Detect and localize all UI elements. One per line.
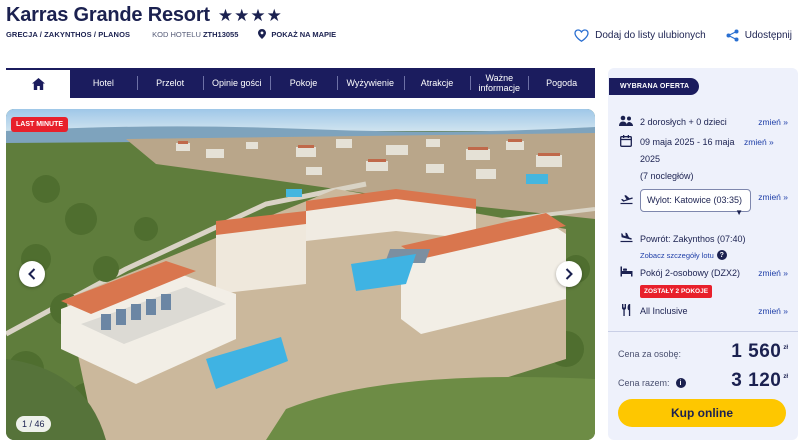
calendar-icon xyxy=(618,134,634,185)
map-pin-icon xyxy=(258,29,267,39)
hotel-name: Karras Grande Resort xyxy=(6,4,210,26)
tab-home[interactable] xyxy=(6,68,70,98)
nights-text: (7 nocległów) xyxy=(640,171,694,181)
photo-gallery[interactable]: LAST MINUTE 1 / 46 xyxy=(6,109,595,440)
change-travelers-link[interactable]: zmień » xyxy=(758,114,788,131)
gallery-prev-button[interactable] xyxy=(19,261,45,287)
tab-attractions[interactable]: Atrakcje xyxy=(403,68,471,98)
price-total-value: 3 120 xyxy=(731,370,782,391)
hotel-stars: ★★★★ xyxy=(217,6,283,25)
tab-rooms[interactable]: Pokoje xyxy=(270,68,337,98)
offer-return: Powrót: Zakynthos (07:40) xyxy=(618,231,788,248)
price-per-person: Cena za osobę: 1 560 zł xyxy=(618,341,788,363)
add-to-favorites-button[interactable]: Dodaj do listy ulubionych xyxy=(574,29,706,42)
tab-important-info[interactable]: Ważne informacje xyxy=(470,68,528,98)
hotel-location: GRECJA / ZAKYNTHOS / PLANOS xyxy=(6,29,131,39)
hotel-code: KOD HOTELU ZTH13055 xyxy=(152,30,238,39)
tab-reviews[interactable]: Opinie gości xyxy=(203,68,270,98)
return-flight-text: Powrót: Zakynthos (07:40) xyxy=(640,234,746,244)
info-icon[interactable]: i xyxy=(675,378,686,388)
gallery-next-button[interactable] xyxy=(556,261,582,287)
tab-board[interactable]: Wyżywienie xyxy=(336,68,404,98)
gallery-counter: 1 / 46 xyxy=(16,416,51,432)
tab-weather[interactable]: Pogoda xyxy=(528,68,595,98)
change-dates-link[interactable]: zmień » xyxy=(744,134,774,185)
chevron-left-icon xyxy=(28,268,36,280)
plane-arrival-icon xyxy=(618,231,634,248)
last-minute-badge: LAST MINUTE xyxy=(11,117,69,132)
flight-details-label: Zobacz szczegóły lotu xyxy=(640,250,714,260)
plane-departure-icon xyxy=(618,189,634,212)
share-button[interactable]: Udostępnij xyxy=(726,29,792,42)
change-departure-link[interactable]: zmień » xyxy=(758,189,788,212)
hotel-aerial-photo xyxy=(6,109,595,440)
heart-icon xyxy=(574,29,589,42)
offer-dates: 09 maja 2025 - 16 maja 2025 (7 nocległów… xyxy=(618,134,788,185)
offer-travelers: 2 dorosłych + 0 dzieci zmień » xyxy=(618,114,788,131)
offer-room: Pokój 2-osobowy (DZX2) ZOSTAŁY 2 POKOJE … xyxy=(618,265,788,299)
rooms-left-badge: ZOSTAŁY 2 POKOJE xyxy=(640,285,713,298)
departure-airport-select[interactable]: Wylot: Katowice (03:35) ▼ xyxy=(640,189,751,217)
room-text: Pokój 2-osobowy (DZX2) xyxy=(640,268,741,278)
price-total: Cena razem: i 3 120 zł xyxy=(618,370,788,392)
price-total-label: Cena razem: xyxy=(618,378,670,388)
share-label: Udostępnij xyxy=(744,30,792,41)
travelers-text: 2 dorosłych + 0 dzieci xyxy=(640,117,727,127)
panel-divider xyxy=(608,331,798,332)
add-to-favorites-label: Dodaj do listy ulubionych xyxy=(595,30,706,41)
dates-text: 09 maja 2025 - 16 maja 2025 xyxy=(640,137,735,164)
caret-down-icon: ▼ xyxy=(735,208,743,217)
price-per-person-value: 1 560 xyxy=(731,341,782,362)
header-actions: Dodaj do listy ulubionych Udostępnij xyxy=(554,29,792,42)
price-per-person-label: Cena za osobę: xyxy=(618,349,682,359)
show-on-map-link[interactable]: POKAŻ NA MAPIE xyxy=(258,29,336,39)
hotel-tabs-nav: Hotel Przelot Opinie gości Pokoje Wyżywi… xyxy=(6,68,595,98)
hotel-code-label: KOD HOTELU xyxy=(152,29,201,39)
change-board-link[interactable]: zmień » xyxy=(758,303,788,320)
help-icon: ? xyxy=(716,250,727,260)
share-icon xyxy=(726,29,739,42)
price-total-currency: zł xyxy=(783,374,788,380)
tab-hotel[interactable]: Hotel xyxy=(70,68,137,98)
fork-knife-icon xyxy=(618,303,634,320)
hotel-meta: GRECJA / ZAKYNTHOS / PLANOS KOD HOTELU Z… xyxy=(6,29,336,39)
chevron-right-icon xyxy=(565,268,573,280)
show-on-map-label: POKAŻ NA MAPIE xyxy=(271,29,337,39)
people-icon xyxy=(618,114,634,131)
offer-board: All Inclusive zmień » xyxy=(618,303,788,320)
price-per-person-currency: zł xyxy=(783,345,788,351)
selected-offer-tag: WYBRANA OFERTA xyxy=(609,78,700,95)
tab-flight[interactable]: Przelot xyxy=(136,68,204,98)
flight-details-link[interactable]: Zobacz szczegóły lotu ? xyxy=(640,250,727,260)
bed-icon xyxy=(618,265,634,299)
hotel-title: Karras Grande Resort ★★★★ xyxy=(6,4,283,27)
offer-departure: Wylot: Katowice (03:35) ▼ zmień » xyxy=(618,189,788,217)
board-text: All Inclusive xyxy=(640,306,688,316)
home-icon xyxy=(31,78,45,90)
buy-online-button[interactable]: Kup online xyxy=(618,399,786,427)
hotel-code-value: ZTH13055 xyxy=(202,29,239,39)
departure-select-value: Wylot: Katowice (03:35) xyxy=(647,195,742,205)
change-room-link[interactable]: zmień » xyxy=(758,265,788,299)
